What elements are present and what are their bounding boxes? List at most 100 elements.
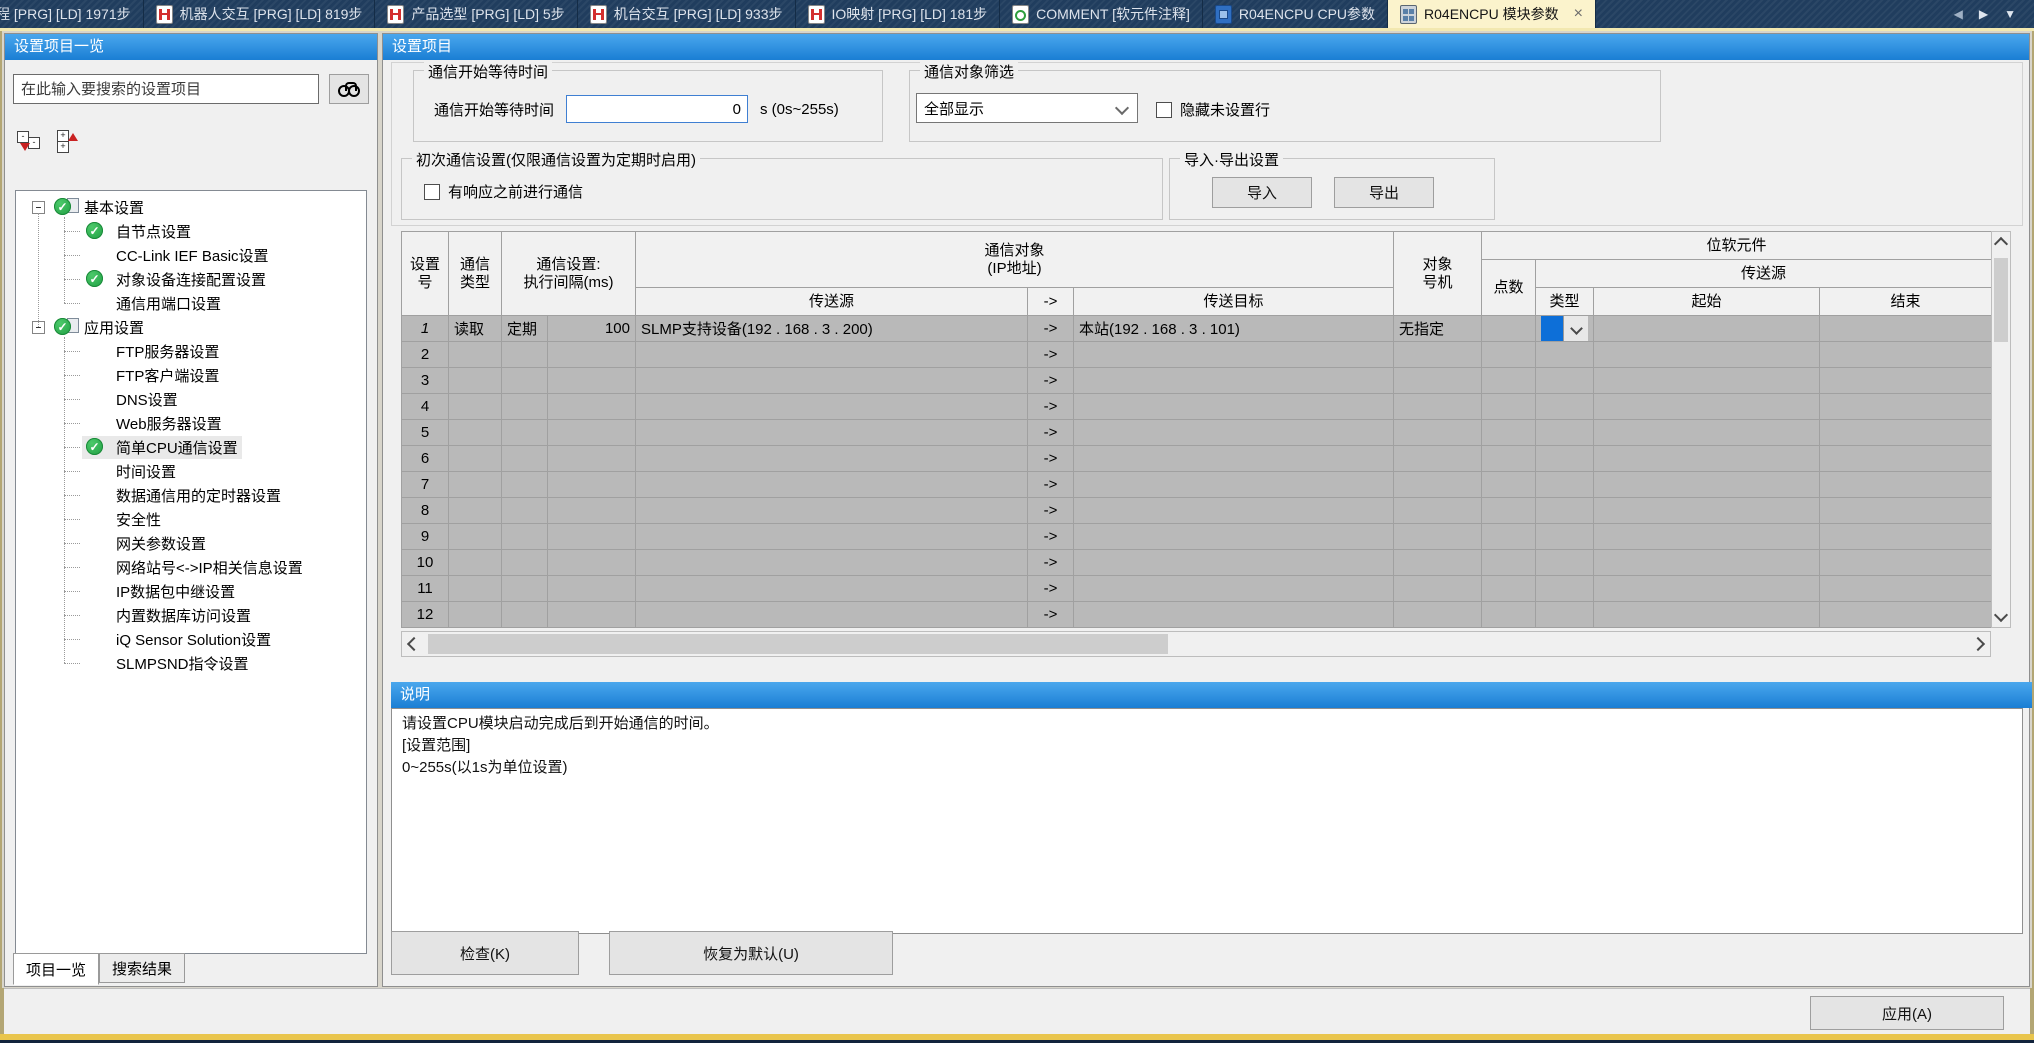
document-tab-1[interactable]: 程 [PRG] [LD] 1971步 (0, 0, 144, 28)
search-button[interactable] (329, 74, 369, 104)
cell-station[interactable] (1394, 342, 1482, 368)
cell-interval[interactable] (548, 368, 636, 394)
cell-setting[interactable] (502, 524, 548, 550)
tab-list-menu-icon[interactable]: ▼ (2004, 7, 2016, 21)
cell-comm-type[interactable] (449, 420, 502, 446)
tab-scroll-right-icon[interactable]: ▶ (1979, 7, 1988, 21)
cell-no[interactable]: 8 (402, 498, 449, 524)
cell-comm-type[interactable] (449, 394, 502, 420)
cell-source[interactable]: SLMP支持设备(192 . 168 . 3 . 200) (636, 316, 1028, 342)
cell-dest[interactable] (1074, 394, 1394, 420)
cell-source[interactable] (636, 420, 1028, 446)
cell-setting[interactable] (502, 368, 548, 394)
cell-comm-type[interactable] (449, 472, 502, 498)
cell-comm-type[interactable] (449, 342, 502, 368)
document-tab-5[interactable]: IO映射 [PRG] [LD] 181步 (796, 0, 1001, 28)
cell-dest[interactable] (1074, 446, 1394, 472)
scroll-up-icon[interactable] (1992, 232, 2010, 256)
cell-no[interactable]: 3 (402, 368, 449, 394)
cell-bit-end[interactable] (1820, 550, 1992, 576)
cell-bit-start[interactable] (1594, 524, 1820, 550)
cell-station[interactable] (1394, 602, 1482, 628)
hide-unset-rows-checkbox[interactable] (1156, 102, 1172, 118)
left-bottom-tab-1[interactable]: 项目一览 (13, 953, 99, 985)
cell-interval[interactable] (548, 420, 636, 446)
cell-comm-type[interactable] (449, 550, 502, 576)
cell-bit-end[interactable] (1820, 498, 1992, 524)
cell-station[interactable] (1394, 446, 1482, 472)
tab-close-icon[interactable]: × (1574, 6, 1583, 22)
cell-no[interactable]: 4 (402, 394, 449, 420)
cell-bit-type[interactable] (1536, 498, 1594, 524)
document-tab-4[interactable]: 机台交互 [PRG] [LD] 933步 (578, 0, 796, 28)
expand-all-button[interactable]: + + (53, 126, 85, 154)
comm-until-response-checkbox[interactable] (424, 184, 440, 200)
cell-interval[interactable] (548, 446, 636, 472)
cell-source[interactable] (636, 472, 1028, 498)
cell-dest[interactable] (1074, 472, 1394, 498)
cell-source[interactable] (636, 576, 1028, 602)
cell-points[interactable] (1482, 602, 1536, 628)
cell-interval[interactable] (548, 602, 636, 628)
cell-comm-type[interactable] (449, 368, 502, 394)
cell-bit-end[interactable] (1820, 342, 1992, 368)
cell-bit-end[interactable] (1820, 316, 1992, 342)
cell-bit-end[interactable] (1820, 368, 1992, 394)
cell-interval[interactable] (548, 550, 636, 576)
cell-comm-type[interactable] (449, 602, 502, 628)
cell-comm-type[interactable] (449, 524, 502, 550)
cell-station[interactable] (1394, 524, 1482, 550)
cell-interval[interactable] (548, 524, 636, 550)
cell-comm-type[interactable] (449, 498, 502, 524)
cell-no[interactable]: 1 (402, 316, 449, 342)
cell-dest[interactable] (1074, 550, 1394, 576)
cell-comm-type[interactable] (449, 576, 502, 602)
cell-setting[interactable] (502, 498, 548, 524)
table-horizontal-scrollbar[interactable] (401, 631, 1991, 657)
apply-button[interactable]: 应用(A) (1810, 996, 2004, 1030)
cell-bit-type[interactable] (1536, 524, 1594, 550)
cell-interval[interactable] (548, 342, 636, 368)
cell-setting[interactable]: 定期 (502, 316, 548, 342)
cell-station[interactable] (1394, 576, 1482, 602)
cell-bit-start[interactable] (1594, 342, 1820, 368)
cell-source[interactable] (636, 368, 1028, 394)
cell-bit-end[interactable] (1820, 394, 1992, 420)
cell-no[interactable]: 5 (402, 420, 449, 446)
cell-bit-end[interactable] (1820, 420, 1992, 446)
cell-dest[interactable] (1074, 498, 1394, 524)
cell-bit-start[interactable] (1594, 316, 1820, 342)
scroll-down-icon[interactable] (1992, 603, 2010, 627)
cell-interval[interactable] (548, 394, 636, 420)
bit-type-select[interactable] (1541, 316, 1588, 341)
target-filter-select[interactable]: 全部显示 (916, 93, 1138, 123)
cell-bit-end[interactable] (1820, 524, 1992, 550)
tab-scroll-left-icon[interactable]: ◀ (1954, 7, 1963, 21)
vertical-scroll-thumb[interactable] (1994, 258, 2008, 342)
cell-source[interactable] (636, 394, 1028, 420)
cell-dest[interactable] (1074, 602, 1394, 628)
search-input[interactable] (13, 74, 319, 104)
cell-dest[interactable]: 本站(192 . 168 . 3 . 101) (1074, 316, 1394, 342)
tree-item-6[interactable]: 应用设置 (16, 315, 366, 339)
cell-bit-start[interactable] (1594, 550, 1820, 576)
cell-interval[interactable] (548, 498, 636, 524)
cell-source[interactable] (636, 342, 1028, 368)
cell-no[interactable]: 2 (402, 342, 449, 368)
scroll-right-icon[interactable] (1966, 632, 1990, 656)
cell-bit-start[interactable] (1594, 420, 1820, 446)
cell-bit-type[interactable] (1536, 446, 1594, 472)
export-button[interactable]: 导出 (1334, 177, 1434, 208)
cell-setting[interactable] (502, 446, 548, 472)
cell-comm-type[interactable] (449, 446, 502, 472)
cell-bit-type[interactable] (1536, 420, 1594, 446)
cell-points[interactable] (1482, 472, 1536, 498)
cell-station[interactable] (1394, 498, 1482, 524)
cell-points[interactable] (1482, 576, 1536, 602)
cell-source[interactable] (636, 446, 1028, 472)
cell-station[interactable] (1394, 550, 1482, 576)
cell-bit-end[interactable] (1820, 602, 1992, 628)
cell-source[interactable] (636, 550, 1028, 576)
cell-source[interactable] (636, 498, 1028, 524)
cell-bit-type[interactable] (1536, 394, 1594, 420)
